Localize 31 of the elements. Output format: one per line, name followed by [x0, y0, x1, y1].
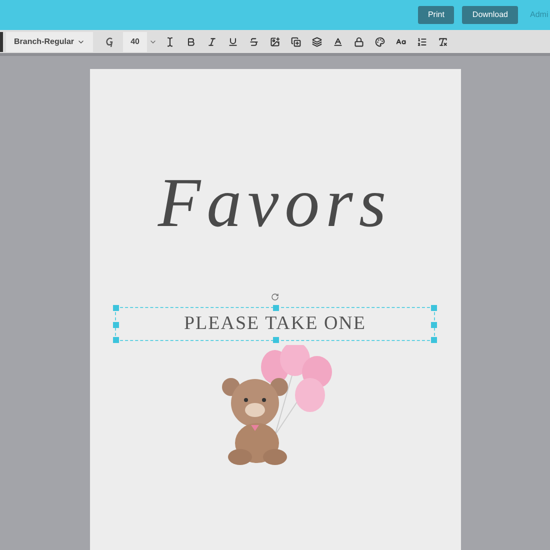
- text-height-icon[interactable]: [165, 36, 176, 46]
- strikethrough-icon[interactable]: [249, 36, 260, 46]
- resize-handle[interactable]: [431, 322, 437, 328]
- resize-handle[interactable]: [431, 305, 437, 311]
- text-frame-icon[interactable]: [333, 36, 344, 46]
- resize-handle[interactable]: [273, 305, 279, 311]
- font-select[interactable]: Branch-Regular: [6, 32, 94, 52]
- script-letter-icon[interactable]: [105, 36, 116, 46]
- italic-icon[interactable]: [207, 36, 218, 46]
- resize-handle[interactable]: [113, 305, 119, 311]
- lock-icon[interactable]: [354, 36, 364, 46]
- bold-icon[interactable]: [186, 36, 196, 46]
- image-icon[interactable]: [270, 36, 280, 46]
- favors-title: Favors: [158, 169, 392, 244]
- resize-handle[interactable]: [113, 337, 119, 343]
- duplicate-icon[interactable]: [291, 36, 302, 46]
- underline-icon[interactable]: [228, 36, 238, 46]
- resize-handle[interactable]: [431, 337, 437, 343]
- header-button[interactable]: Print: [418, 6, 454, 24]
- subtitle-text: PLEASE TAKE ONE: [184, 312, 366, 336]
- resize-handle[interactable]: [113, 322, 119, 328]
- rotate-handle-icon[interactable]: [271, 293, 279, 301]
- font-size-field[interactable]: 40: [123, 32, 148, 52]
- header-button[interactable]: Download: [462, 6, 518, 24]
- text-case-icon[interactable]: [396, 36, 406, 46]
- line-spacing-icon[interactable]: [417, 36, 428, 46]
- clear-format-icon[interactable]: [438, 36, 448, 46]
- text-selection-frame[interactable]: PLEASE TAKE ONE: [115, 307, 435, 341]
- palette-icon[interactable]: [375, 36, 386, 46]
- layers-icon[interactable]: [312, 36, 322, 46]
- resize-handle[interactable]: [273, 337, 279, 343]
